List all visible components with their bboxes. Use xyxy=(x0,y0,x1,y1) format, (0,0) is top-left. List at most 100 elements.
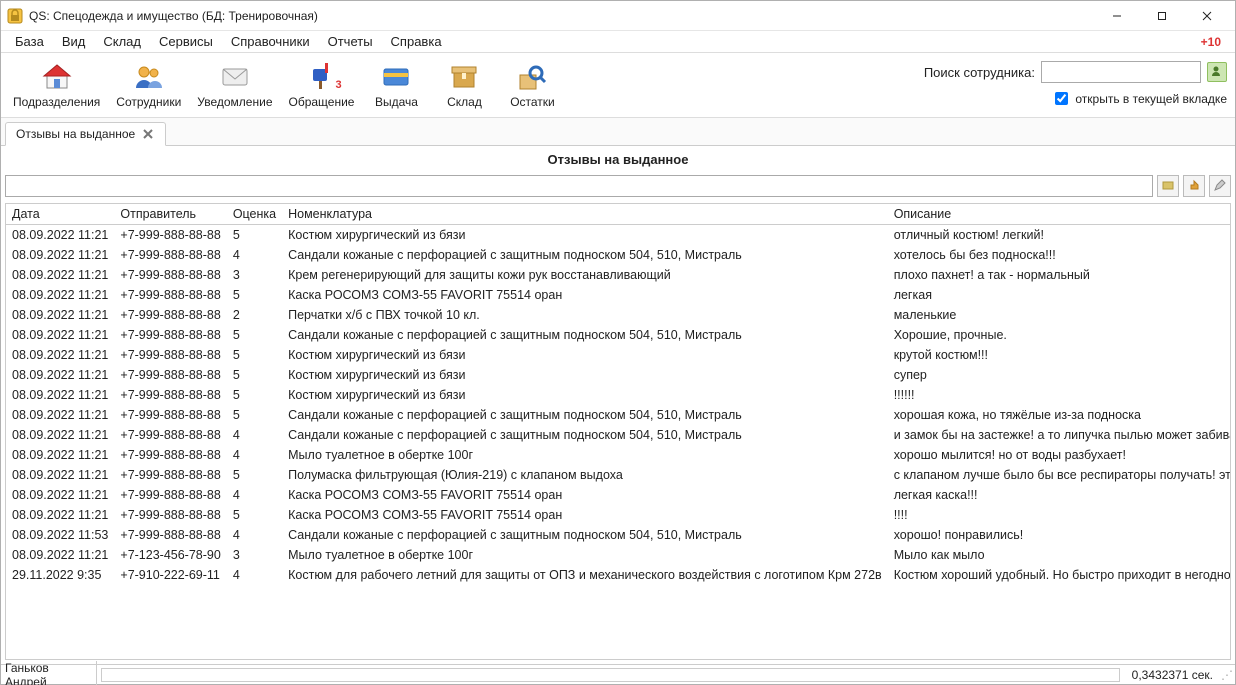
cell-sender: +7-999-888-88-88 xyxy=(114,465,226,485)
table-row[interactable]: 08.09.2022 11:21+7-123-456-78-903Мыло ту… xyxy=(6,545,1231,565)
table-row[interactable]: 08.09.2022 11:21+7-999-888-88-885Костюм … xyxy=(6,345,1231,365)
cell-rating: 4 xyxy=(227,485,282,505)
table-row[interactable]: 08.09.2022 11:21+7-999-888-88-884Сандали… xyxy=(6,425,1231,445)
col-rating[interactable]: Оценка xyxy=(227,204,282,225)
col-sender[interactable]: Отправитель xyxy=(114,204,226,225)
cell-rating: 4 xyxy=(227,525,282,545)
table-row[interactable]: 08.09.2022 11:21+7-999-888-88-882Перчатк… xyxy=(6,305,1231,325)
app-icon xyxy=(7,8,23,24)
mailbox-icon xyxy=(305,61,337,93)
window-title: QS: Спецодежда и имущество (БД: Трениров… xyxy=(29,9,318,23)
menu-view[interactable]: Вид xyxy=(54,32,94,51)
cell-item: Каска РОСОМЗ СОМЗ-55 FAVORIT 75514 оран xyxy=(282,505,888,525)
cell-date: 08.09.2022 11:21 xyxy=(6,405,114,425)
mail-icon xyxy=(219,61,251,93)
reviews-grid[interactable]: Дата Отправитель Оценка Номенклатура Опи… xyxy=(5,203,1231,660)
table-row[interactable]: 08.09.2022 11:21+7-999-888-88-885Костюм … xyxy=(6,225,1231,246)
menu-services[interactable]: Сервисы xyxy=(151,32,221,51)
cell-rating: 2 xyxy=(227,305,282,325)
table-row[interactable]: 08.09.2022 11:21+7-999-888-88-885Костюм … xyxy=(6,385,1231,405)
cell-sender: +7-999-888-88-88 xyxy=(114,505,226,525)
cell-sender: +7-999-888-88-88 xyxy=(114,265,226,285)
filter-button-1[interactable] xyxy=(1157,175,1179,197)
close-icon[interactable] xyxy=(141,127,155,141)
cell-date: 08.09.2022 11:21 xyxy=(6,245,114,265)
menu-base[interactable]: База xyxy=(7,32,52,51)
cell-sender: +7-999-888-88-88 xyxy=(114,225,226,246)
toolbar-departments[interactable]: Подразделения xyxy=(9,59,104,111)
toolbar-stock[interactable]: Склад xyxy=(434,59,494,111)
cell-item: Костюм для рабочего летний для защиты от… xyxy=(282,565,888,585)
cell-rating: 5 xyxy=(227,225,282,246)
tab-reviews[interactable]: Отзывы на выданное xyxy=(5,122,166,146)
box-icon xyxy=(448,61,480,93)
titlebar: QS: Спецодежда и имущество (БД: Трениров… xyxy=(1,1,1235,31)
open-in-current-tab-checkbox[interactable] xyxy=(1055,92,1068,105)
menu-help[interactable]: Справка xyxy=(383,32,450,51)
close-button[interactable] xyxy=(1184,1,1229,30)
cell-desc: отличный костюм! легкий! xyxy=(888,225,1231,246)
cell-item: Сандали кожаные с перфорацией с защитным… xyxy=(282,425,888,445)
resize-grip-icon[interactable]: ⋰ xyxy=(1217,668,1231,682)
tabstrip: Отзывы на выданное xyxy=(1,118,1235,146)
cell-item: Мыло туалетное в обертке 100г xyxy=(282,445,888,465)
maximize-button[interactable] xyxy=(1139,1,1184,30)
toolbar-issue[interactable]: Выдача xyxy=(366,59,426,111)
table-row[interactable]: 08.09.2022 11:21+7-999-888-88-885Сандали… xyxy=(6,325,1231,345)
cell-item: Сандали кожаные с перфорацией с защитным… xyxy=(282,525,888,545)
col-date[interactable]: Дата xyxy=(6,204,114,225)
cell-item: Костюм хирургический из бязи xyxy=(282,345,888,365)
cell-item: Костюм хирургический из бязи xyxy=(282,365,888,385)
toolbar-request[interactable]: 3 Обращение xyxy=(285,59,359,111)
cell-desc: Костюм хороший удобный. Но быстро приход… xyxy=(888,565,1231,585)
table-row[interactable]: 08.09.2022 11:21+7-999-888-88-884Мыло ту… xyxy=(6,445,1231,465)
menu-reports[interactable]: Отчеты xyxy=(320,32,381,51)
table-row[interactable]: 08.09.2022 11:21+7-999-888-88-885Костюм … xyxy=(6,365,1231,385)
toolbar-employees[interactable]: Сотрудники xyxy=(112,59,185,111)
cell-date: 08.09.2022 11:21 xyxy=(6,285,114,305)
statusbar: Ганьков Андрей 0,3432371 сек. ⋰ xyxy=(1,664,1235,684)
menu-dictionaries[interactable]: Справочники xyxy=(223,32,318,51)
col-desc[interactable]: Описание xyxy=(888,204,1231,225)
table-row[interactable]: 08.09.2022 11:21+7-999-888-88-883Крем ре… xyxy=(6,265,1231,285)
list-search-input[interactable] xyxy=(5,175,1153,197)
cell-desc: Хорошие, прочные. xyxy=(888,325,1231,345)
cell-desc: и замок бы на застежке! а то липучка пыл… xyxy=(888,425,1231,445)
toolbar-notification[interactable]: Уведомление xyxy=(193,59,276,111)
cell-date: 08.09.2022 11:21 xyxy=(6,485,114,505)
table-row[interactable]: 08.09.2022 11:21+7-999-888-88-884Сандали… xyxy=(6,245,1231,265)
cell-sender: +7-999-888-88-88 xyxy=(114,325,226,345)
toolbar-remains[interactable]: Остатки xyxy=(502,59,562,111)
toolbar-label: Сотрудники xyxy=(116,95,181,109)
cell-desc: !!!! xyxy=(888,505,1231,525)
cell-item: Сандали кожаные с перфорацией с защитным… xyxy=(282,325,888,345)
table-row[interactable]: 08.09.2022 11:53+7-999-888-88-884Сандали… xyxy=(6,525,1231,545)
cell-item: Костюм хирургический из бязи xyxy=(282,385,888,405)
employee-search-input[interactable] xyxy=(1041,61,1201,83)
cell-rating: 5 xyxy=(227,505,282,525)
table-row[interactable]: 08.09.2022 11:21+7-999-888-88-885Полумас… xyxy=(6,465,1231,485)
cell-rating: 5 xyxy=(227,405,282,425)
cell-desc: !!!!!! xyxy=(888,385,1231,405)
cell-date: 08.09.2022 11:21 xyxy=(6,465,114,485)
tab-label: Отзывы на выданное xyxy=(16,127,135,141)
minimize-button[interactable] xyxy=(1094,1,1139,30)
cell-desc: хорошая кожа, но тяжёлые из-за подноска xyxy=(888,405,1231,425)
col-item[interactable]: Номенклатура xyxy=(282,204,888,225)
users-icon xyxy=(133,61,165,93)
table-row[interactable]: 08.09.2022 11:21+7-999-888-88-885Сандали… xyxy=(6,405,1231,425)
table-row[interactable]: 29.11.2022 9:35+7-910-222-69-114Костюм д… xyxy=(6,565,1231,585)
employee-search-go[interactable] xyxy=(1207,62,1227,82)
table-row[interactable]: 08.09.2022 11:21+7-999-888-88-884Каска Р… xyxy=(6,485,1231,505)
cell-sender: +7-999-888-88-88 xyxy=(114,305,226,325)
menu-stock[interactable]: Склад xyxy=(95,32,149,51)
table-row[interactable]: 08.09.2022 11:21+7-999-888-88-885Каска Р… xyxy=(6,285,1231,305)
toolbar-label: Склад xyxy=(447,95,482,109)
cell-rating: 3 xyxy=(227,265,282,285)
filter-button-3[interactable] xyxy=(1209,175,1231,197)
cell-item: Сандали кожаные с перфорацией с защитным… xyxy=(282,245,888,265)
table-row[interactable]: 08.09.2022 11:21+7-999-888-88-885Каска Р… xyxy=(6,505,1231,525)
cell-item: Сандали кожаные с перфорацией с защитным… xyxy=(282,405,888,425)
filter-button-2[interactable] xyxy=(1183,175,1205,197)
cell-item: Перчатки х/б с ПВХ точкой 10 кл. xyxy=(282,305,888,325)
